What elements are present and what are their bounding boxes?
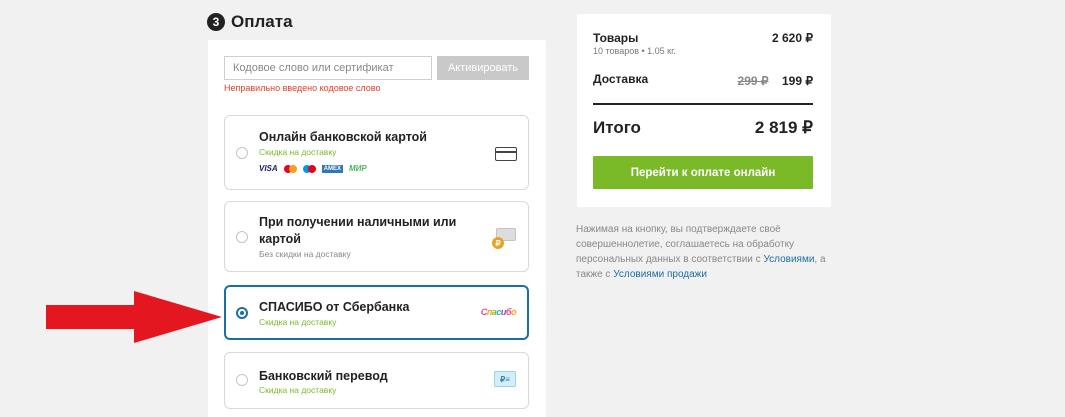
promo-code-input[interactable]: [224, 56, 432, 80]
visa-logo-icon: VISA: [259, 164, 278, 173]
option-title-line2: картой: [259, 232, 301, 246]
goods-label: Товары: [593, 31, 639, 45]
goods-row: Товары 2 620 ₽: [593, 31, 813, 45]
total-row: Итого 2 819 ₽: [593, 118, 813, 138]
ruble-coin: ₽: [492, 237, 504, 249]
radio-button-selected[interactable]: [236, 307, 248, 319]
cash-coin-icon: ₽: [492, 228, 518, 250]
order-summary: Товары 2 620 ₽ 10 товаров • 1.05 кг. Дос…: [577, 14, 831, 207]
option-subtitle: Скидка на доставку: [259, 317, 337, 327]
delivery-row: Доставка 299 ₽ 199 ₽: [593, 72, 813, 90]
goods-value: 2 620 ₽: [772, 31, 813, 45]
option-title: Банковский перевод: [259, 369, 388, 383]
activate-button[interactable]: Активировать: [437, 56, 529, 80]
sale-terms-link[interactable]: Условиями продажи: [613, 269, 707, 280]
payment-option-spasibo[interactable]: СПАСИБО от Сбербанка Скидка на доставку …: [224, 285, 529, 340]
maestro-logo-icon: [302, 164, 316, 173]
credit-card-icon: [495, 147, 517, 161]
payment-title: Оплата: [231, 12, 293, 31]
payment-option-bank-transfer[interactable]: Банковский перевод Скидка на доставку ₽≡: [224, 352, 529, 409]
option-subtitle: Без скидки на доставку: [259, 249, 351, 259]
amex-logo-icon: AMEX: [321, 164, 344, 173]
payment-option-cash[interactable]: При получении наличными или картой Без с…: [224, 201, 529, 272]
mir-logo-icon: МИР: [349, 164, 367, 173]
radio-button[interactable]: [236, 147, 248, 159]
disclaimer-part1: Нажимая на кнопку, вы подтверждаете своё…: [576, 224, 795, 265]
total-label: Итого: [593, 118, 641, 137]
promo-row: Активировать: [224, 56, 529, 80]
delivery-old-price: 299 ₽: [737, 74, 769, 88]
bank-transfer-icon: ₽≡: [494, 371, 516, 387]
option-title: СПАСИБО от Сбербанка: [259, 300, 410, 314]
radio-button[interactable]: [236, 231, 248, 243]
goods-subtitle: 10 товаров • 1.05 кг.: [593, 46, 676, 56]
total-value: 2 819 ₽: [754, 118, 813, 137]
delivery-value: 199 ₽: [782, 74, 813, 88]
promo-error-text: Неправильно введено кодовое слово: [224, 83, 381, 93]
mastercard-logo-icon: [283, 164, 297, 173]
card-brands: VISA AMEX МИР: [259, 164, 367, 173]
option-subtitle: Скидка на доставку: [259, 385, 337, 395]
payment-panel: Активировать Неправильно введено кодовое…: [208, 40, 546, 417]
payment-option-card-online[interactable]: Онлайн банковской картой Скидка на доста…: [224, 115, 529, 190]
pay-online-button[interactable]: Перейти к оплате онлайн: [593, 156, 813, 189]
option-title-line1: При получении наличными или: [259, 215, 457, 229]
option-title: Онлайн банковской картой: [259, 130, 427, 144]
step-number-badge: 3: [207, 13, 225, 31]
payment-section-title: 3 Оплата: [207, 12, 293, 32]
option-subtitle: Скидка на доставку: [259, 147, 337, 157]
disclaimer-text: Нажимая на кнопку, вы подтверждаете своё…: [576, 222, 838, 282]
spasibo-logo-icon: Спасибо: [480, 307, 517, 317]
radio-button[interactable]: [236, 374, 248, 386]
delivery-label: Доставка: [593, 72, 649, 86]
red-arrow-icon: [46, 291, 222, 343]
terms-link[interactable]: Условиями: [763, 254, 814, 265]
summary-divider: [593, 103, 813, 105]
